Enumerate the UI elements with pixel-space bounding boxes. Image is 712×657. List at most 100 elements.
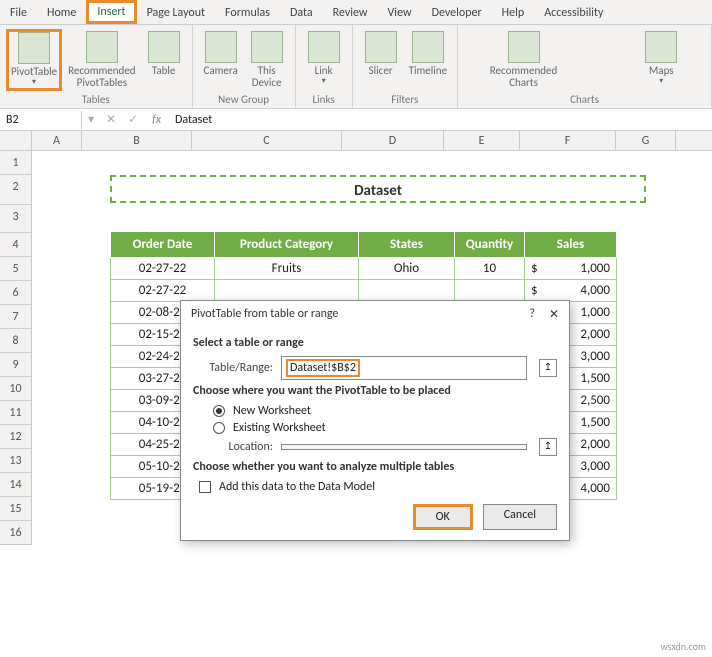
chart-type-icon[interactable] <box>613 31 633 47</box>
table-cell[interactable]: 10 <box>455 258 525 280</box>
pivottable-dialog: PivotTable from table or range ? ✕ Selec… <box>180 300 570 541</box>
add-to-model-checkbox[interactable] <box>199 481 211 493</box>
table-header: Sales <box>525 232 617 258</box>
row-header-2[interactable]: 2 <box>0 175 32 205</box>
table-cell[interactable]: $1,000 <box>525 258 617 280</box>
this-device-button[interactable]: This Device <box>245 29 289 91</box>
pivottable-button[interactable]: PivotTable▾ <box>6 29 62 91</box>
camera-icon <box>205 31 237 63</box>
table-cell[interactable]: 02-27-22 <box>111 258 215 280</box>
cancel-icon[interactable]: ✕ <box>100 112 122 127</box>
table-cell[interactable] <box>359 280 455 302</box>
table-button[interactable]: Table <box>142 29 186 91</box>
dataset-title-cell[interactable]: Dataset <box>110 175 646 203</box>
row-header-10[interactable]: 10 <box>0 377 32 401</box>
chart-type-icon[interactable] <box>589 61 609 77</box>
table-cell[interactable]: Fruits <box>215 258 359 280</box>
tab-review[interactable]: Review <box>323 2 378 24</box>
select-all-button[interactable] <box>0 131 32 150</box>
col-header-B[interactable]: B <box>82 131 192 150</box>
tab-page-layout[interactable]: Page Layout <box>137 2 215 24</box>
location-collapse-button[interactable]: ↥ <box>539 438 557 456</box>
table-header: Product Category <box>215 232 359 258</box>
range-collapse-button[interactable]: ↥ <box>539 359 557 377</box>
existing-worksheet-radio[interactable] <box>213 422 225 434</box>
new-worksheet-radio[interactable] <box>213 405 225 417</box>
group-label-newgroup: New Group <box>218 91 269 106</box>
tab-data[interactable]: Data <box>280 2 323 24</box>
new-worksheet-label: New Worksheet <box>233 404 311 418</box>
column-headers: A B C D E F G <box>0 131 712 151</box>
fx-icon[interactable]: fx <box>144 113 169 127</box>
table-cell[interactable] <box>215 280 359 302</box>
table-cell[interactable] <box>455 280 525 302</box>
row-header-16[interactable]: 16 <box>0 521 32 545</box>
tab-home[interactable]: Home <box>37 2 86 24</box>
group-tables: PivotTable▾ Recommended PivotTables Tabl… <box>0 25 193 108</box>
row-header-11[interactable]: 11 <box>0 401 32 425</box>
row-header-9[interactable]: 9 <box>0 353 32 377</box>
recommended-pivottables-button[interactable]: Recommended PivotTables <box>64 29 139 91</box>
location-input[interactable] <box>281 444 527 450</box>
table-cell[interactable]: $4,000 <box>525 280 617 302</box>
tab-insert[interactable]: Insert <box>86 0 136 24</box>
row-header-13[interactable]: 13 <box>0 449 32 473</box>
col-header-G[interactable]: G <box>616 131 676 150</box>
row-header-14[interactable]: 14 <box>0 473 32 497</box>
timeline-button[interactable]: Timeline <box>405 29 451 79</box>
table-row[interactable]: 02-27-22 $4,000 <box>111 280 617 302</box>
formula-bar: B2 ▾ ✕ ✓ fx Dataset <box>0 109 712 131</box>
slicer-icon <box>365 31 397 63</box>
tab-file[interactable]: File <box>0 2 37 24</box>
table-cell[interactable]: Ohio <box>359 258 455 280</box>
tab-help[interactable]: Help <box>492 2 535 24</box>
dialog-help-button[interactable]: ? <box>529 307 535 322</box>
dialog-close-button[interactable]: ✕ <box>549 307 559 322</box>
col-header-E[interactable]: E <box>444 131 520 150</box>
name-box[interactable]: B2 <box>0 111 82 129</box>
col-header-D[interactable]: D <box>342 131 444 150</box>
chart-type-icon[interactable] <box>565 61 585 77</box>
tab-accessibility[interactable]: Accessibility <box>534 2 613 24</box>
row-header-3[interactable]: 3 <box>0 205 32 233</box>
row-header-12[interactable]: 12 <box>0 425 32 449</box>
col-header-C[interactable]: C <box>192 131 342 150</box>
row-header-4[interactable]: 4 <box>0 233 32 257</box>
tab-view[interactable]: View <box>378 2 422 24</box>
tab-formulas[interactable]: Formulas <box>215 2 280 24</box>
chart-type-icon[interactable] <box>565 31 585 47</box>
row-header-1[interactable]: 1 <box>0 151 32 175</box>
table-row[interactable]: 02-27-22FruitsOhio10$1,000 <box>111 258 617 280</box>
col-header-A[interactable]: A <box>32 131 82 150</box>
table-header: Order Date <box>111 232 215 258</box>
group-filters: Slicer Timeline Filters <box>353 25 458 108</box>
col-header-F[interactable]: F <box>520 131 616 150</box>
formula-input[interactable]: Dataset <box>169 113 218 127</box>
chart-type-icon[interactable] <box>589 31 609 47</box>
slicer-button[interactable]: Slicer <box>359 29 403 79</box>
table-cell[interactable]: 02-27-22 <box>111 280 215 302</box>
section-multiple-tables: Choose whether you want to analyze multi… <box>193 460 557 474</box>
maps-button[interactable]: Maps▾ <box>639 29 683 91</box>
group-label-tables: Tables <box>82 91 110 106</box>
camera-button[interactable]: Camera <box>199 29 243 91</box>
group-newgroup: Camera This Device New Group <box>193 25 296 108</box>
link-button[interactable]: Link▾ <box>302 29 346 88</box>
row-header-6[interactable]: 6 <box>0 281 32 305</box>
chart-icon <box>508 31 540 63</box>
ok-button[interactable]: OK <box>413 504 473 530</box>
recommended-charts-button[interactable]: Recommended Charts <box>486 29 561 91</box>
row-header-15[interactable]: 15 <box>0 497 32 521</box>
chart-type-icon[interactable] <box>613 61 633 77</box>
tab-developer[interactable]: Developer <box>422 2 492 24</box>
row-header-7[interactable]: 7 <box>0 305 32 329</box>
row-header-5[interactable]: 5 <box>0 257 32 281</box>
cancel-button[interactable]: Cancel <box>483 504 557 530</box>
table-range-input[interactable]: Dataset!$B$2 <box>281 356 527 380</box>
row-header-8[interactable]: 8 <box>0 329 32 353</box>
existing-worksheet-label: Existing Worksheet <box>233 421 326 435</box>
namebox-dropdown-icon[interactable]: ▾ <box>82 112 100 127</box>
watermark: wsxdn.com <box>661 640 706 653</box>
table-icon <box>86 31 118 63</box>
enter-icon[interactable]: ✓ <box>122 112 144 127</box>
